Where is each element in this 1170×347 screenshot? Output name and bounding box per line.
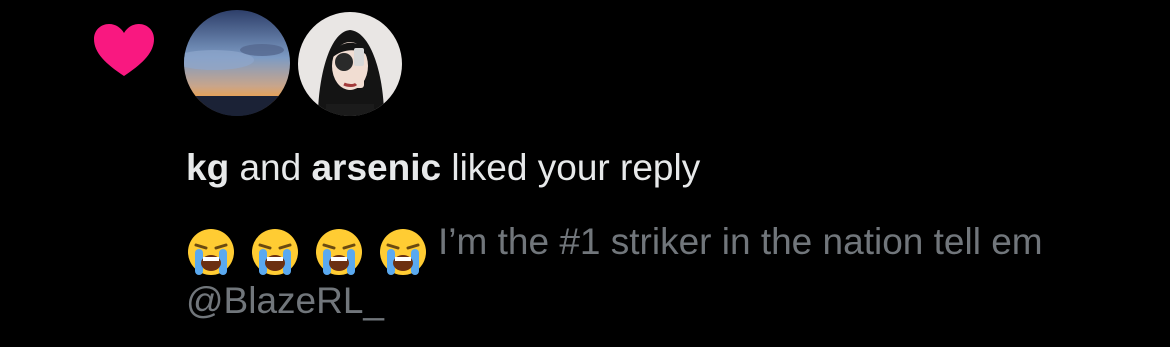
username-kg[interactable]: kg xyxy=(186,147,229,188)
loudly-crying-face-emoji-icon xyxy=(252,229,298,275)
headline-connector: and xyxy=(239,147,302,188)
avatar-arsenic[interactable] xyxy=(298,12,402,116)
emoji-group xyxy=(186,227,428,277)
like-notification[interactable]: kg and arsenic liked your reply I’m the … xyxy=(0,0,1170,347)
notification-headline: kg and arsenic liked your reply xyxy=(186,146,700,190)
avatar-kg[interactable] xyxy=(184,10,290,116)
loudly-crying-face-emoji-icon xyxy=(316,229,362,275)
loudly-crying-face-emoji-icon xyxy=(380,229,426,275)
headline-action: liked your reply xyxy=(451,147,701,188)
avatar-sky-sunset-icon xyxy=(184,10,290,116)
username-arsenic[interactable]: arsenic xyxy=(311,147,441,188)
reply-preview[interactable]: I’m the #1 striker in the nation tell em… xyxy=(186,218,1146,325)
heart-icon xyxy=(94,24,154,76)
avatar-person-with-camera-icon xyxy=(298,12,402,116)
loudly-crying-face-emoji-icon xyxy=(188,229,234,275)
